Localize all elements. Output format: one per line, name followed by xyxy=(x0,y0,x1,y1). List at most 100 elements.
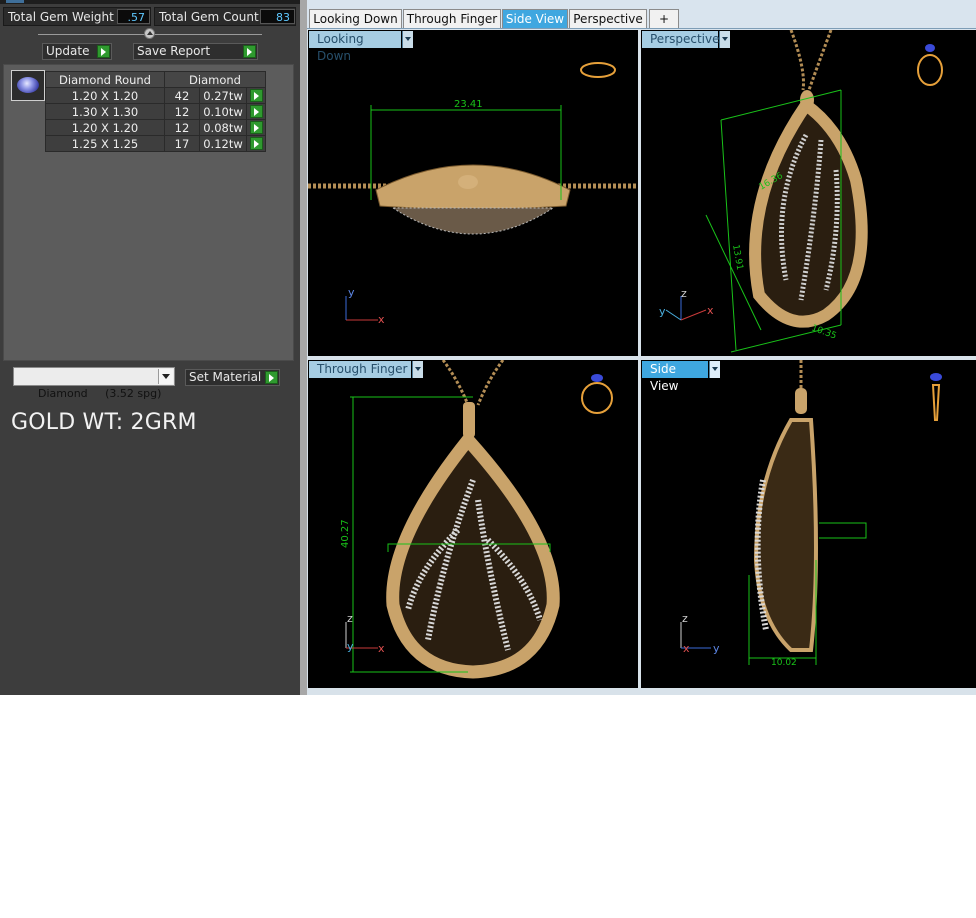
total-gem-count-value[interactable]: 83 xyxy=(260,9,295,24)
update-button-label: Update xyxy=(46,44,90,58)
y-axis-line xyxy=(665,309,682,321)
pendant-stones-graphic xyxy=(391,207,555,235)
perspective-render: 13.91 16.36 10.35 z y x xyxy=(659,30,943,353)
round-diamond-icon xyxy=(17,77,39,93)
looking-down-render: 23.41 y x xyxy=(308,62,638,326)
set-material-button[interactable]: Set Material xyxy=(185,369,280,386)
dimension-label: 13.91 xyxy=(730,244,744,271)
set-material-button-label: Set Material xyxy=(189,370,262,384)
y-axis-label: y xyxy=(713,642,720,655)
viewport-label-through-finger[interactable]: Through Finger xyxy=(309,361,423,378)
viewport-label-side-view[interactable]: Side View xyxy=(642,361,720,393)
chain-graphic xyxy=(807,30,833,91)
play-arrow-icon xyxy=(265,371,278,384)
select-row-button[interactable] xyxy=(246,135,266,152)
gem-report-panel: Total Gem Weight .57 Total Gem Count 83 … xyxy=(0,0,300,695)
viewport-label-text: Side View xyxy=(650,362,679,393)
viewport-label-perspective[interactable]: Perspective xyxy=(642,31,730,48)
save-report-button[interactable]: Save Report xyxy=(133,43,258,60)
viewport-side-view[interactable]: 10.02 z x y Side View xyxy=(641,360,976,688)
table-row[interactable]: 1.30 X 1.30 12 0.10tw xyxy=(45,103,266,120)
gem-weight-cell: 0.12tw xyxy=(199,135,247,152)
select-row-button[interactable] xyxy=(246,103,266,120)
z-axis-label: z xyxy=(682,612,688,625)
x-axis-label: x xyxy=(683,642,690,655)
tab-side-view[interactable]: Side View xyxy=(502,9,568,29)
update-button[interactable]: Update xyxy=(42,43,112,60)
view-cube-gem-icon xyxy=(591,374,603,382)
save-report-button-label: Save Report xyxy=(137,44,211,58)
pendant-bail-graphic xyxy=(463,402,475,438)
x-axis-line xyxy=(680,309,707,321)
y-axis-label: y xyxy=(659,305,666,318)
z-axis-label: z xyxy=(347,612,353,625)
view-cube-ring-icon[interactable] xyxy=(581,382,613,414)
side-view-render: 10.02 z x y xyxy=(680,360,942,668)
chevron-down-icon[interactable] xyxy=(412,361,423,378)
panel-splitter[interactable] xyxy=(300,0,307,695)
viewport-label-text: Through Finger xyxy=(317,362,408,376)
total-gem-weight-value[interactable]: .57 xyxy=(117,9,150,24)
total-gem-count-label: Total Gem Count xyxy=(159,10,259,24)
play-arrow-icon xyxy=(97,45,110,58)
tab-looking-down[interactable]: Looking Down xyxy=(309,9,402,29)
viewport-looking-down[interactable]: 23.41 y x Looking Down xyxy=(308,30,638,356)
dimension-label: 10.35 xyxy=(810,323,838,341)
gem-count-cell: 12 xyxy=(164,103,200,120)
play-arrow-icon xyxy=(250,121,263,134)
view-cube-gem-icon xyxy=(930,373,942,381)
pendant-bail-graphic xyxy=(458,175,478,189)
viewport-perspective[interactable]: 13.91 16.36 10.35 z y x Perspective xyxy=(641,30,976,356)
total-gem-weight-label: Total Gem Weight xyxy=(8,10,114,24)
gem-weight-cell: 0.27tw xyxy=(199,87,247,104)
gem-list-panel: Diamond Round Diamond 1.20 X 1.20 42 0.2… xyxy=(3,64,294,361)
play-arrow-icon xyxy=(250,137,263,150)
collapse-handle-icon[interactable] xyxy=(144,28,155,39)
table-row[interactable]: 1.20 X 1.20 12 0.08tw xyxy=(45,119,266,136)
total-gem-count-box: Total Gem Count 83 xyxy=(154,7,296,26)
select-row-button[interactable] xyxy=(246,87,266,104)
gem-size-cell: 1.20 X 1.20 xyxy=(45,87,165,104)
gem-count-cell: 42 xyxy=(164,87,200,104)
x-axis-label: x xyxy=(378,642,385,655)
z-axis-label: z xyxy=(681,287,687,300)
viewport-through-finger[interactable]: 40.27 z y x Through Finger xyxy=(308,360,638,688)
material-selected-value: Diamond (3.52 spg) xyxy=(37,387,162,400)
gem-size-cell: 1.25 X 1.25 xyxy=(45,135,165,152)
add-tab-button[interactable]: + xyxy=(649,9,679,29)
chevron-down-icon[interactable] xyxy=(158,369,173,384)
y-axis-label: y xyxy=(348,286,355,299)
view-cube-ring-icon[interactable] xyxy=(931,384,941,421)
dimension-label: 23.41 xyxy=(454,99,483,110)
viewport-label-text: Perspective xyxy=(650,32,720,46)
play-arrow-icon xyxy=(250,105,263,118)
chevron-down-icon[interactable] xyxy=(402,31,413,48)
gold-weight-note: GOLD WT: 2GRM xyxy=(11,410,197,435)
tab-through-finger[interactable]: Through Finger xyxy=(403,9,501,29)
gem-table: Diamond Round Diamond 1.20 X 1.20 42 0.2… xyxy=(45,71,266,152)
view-cube-gem-icon xyxy=(925,44,935,52)
pendant-frame-graphic xyxy=(749,96,868,328)
diamond-gem-thumbnail[interactable] xyxy=(11,70,45,101)
view-cube-ring-icon[interactable] xyxy=(917,54,943,86)
viewport-area: Looking Down Through Finger Side View Pe… xyxy=(307,0,976,695)
dimension-label: 40.27 xyxy=(340,519,351,548)
view-tabs: Looking Down Through Finger Side View Pe… xyxy=(307,0,976,30)
viewport-label-looking-down[interactable]: Looking Down xyxy=(309,31,413,63)
play-arrow-icon xyxy=(243,45,256,58)
panel-title-bar xyxy=(0,0,300,4)
tab-perspective[interactable]: Perspective xyxy=(569,9,647,29)
view-cube-ring-icon[interactable] xyxy=(580,62,616,78)
x-axis-label: x xyxy=(378,313,385,326)
material-select[interactable]: Diamond (3.52 spg) xyxy=(13,367,175,400)
gem-count-cell: 17 xyxy=(164,135,200,152)
chevron-down-icon[interactable] xyxy=(709,361,720,378)
table-row[interactable]: 1.20 X 1.20 42 0.27tw xyxy=(45,87,266,104)
select-row-button[interactable] xyxy=(246,119,266,136)
table-row[interactable]: 1.25 X 1.25 17 0.12tw xyxy=(45,135,266,152)
jewelry-cad-window: Total Gem Weight .57 Total Gem Count 83 … xyxy=(0,0,976,695)
y-axis-label: y xyxy=(347,640,354,653)
pendant-frame-graphic xyxy=(386,429,560,679)
chevron-down-icon[interactable] xyxy=(719,31,730,48)
chain-graphic xyxy=(789,30,805,91)
